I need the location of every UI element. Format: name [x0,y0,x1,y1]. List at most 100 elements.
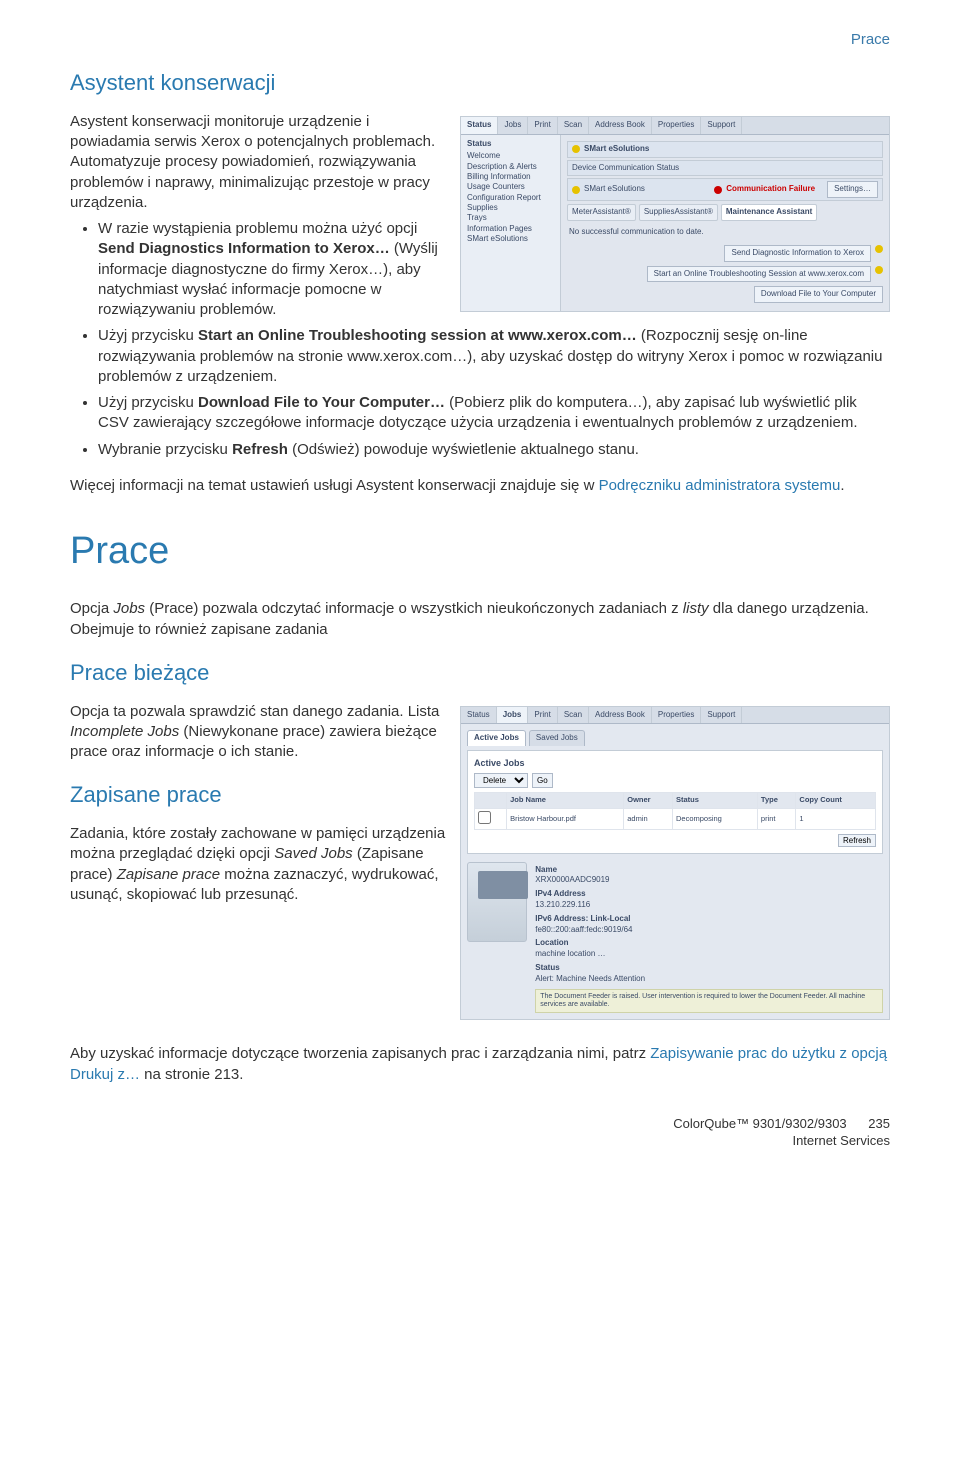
shot1-comm-failure: Communication Failure [726,184,815,195]
more-info-pre: Więcej informacji na temat ustawień usłu… [70,477,599,494]
italic-listy: listy [683,600,709,617]
meta-ip4-value: 13.210.229.116 [535,900,883,911]
page-footer: ColorQube™ 9301/9302/9303 235 Internet S… [70,1115,890,1150]
meta-ip4-label: IPv4 Address [535,889,883,900]
shot1-tab-addressbook[interactable]: Address Book [589,117,652,134]
shot2-tab-print[interactable]: Print [528,707,557,724]
italic-zapisane: Zapisane prace [117,866,220,883]
shot1-side-item[interactable]: Welcome [467,151,554,161]
shot1-esolutions-row: SMart eSolutions Communication Failure S… [567,178,883,201]
meta-name-value: XRX0000AADC9019 [535,875,883,886]
alert-icon [714,186,722,194]
help-icon[interactable] [875,245,883,253]
table-row[interactable]: Bristow Harbour.pdf admin Decomposing pr… [475,808,876,829]
heading-prace: Prace [70,526,890,577]
cell-status: Decomposing [672,808,757,829]
shot1-subtab-supplies[interactable]: SuppliesAssistant® [639,204,718,221]
shot1-download-file-button[interactable]: Download File to Your Computer [754,286,883,303]
bullet-text: Wybranie przycisku [98,441,232,458]
shot1-comm-status-bar: Device Communication Status [567,160,883,177]
footer-page-number: 235 [868,1115,890,1133]
shot2-tab-support[interactable]: Support [701,707,742,724]
bullet-text: Użyj przycisku [98,394,198,411]
col-owner: Owner [624,793,673,808]
bullet-bold: Start an Online Troubleshooting session … [198,327,637,344]
text: na stronie 213. [140,1066,243,1083]
col-checkbox [475,793,507,808]
shot1-tab-scan[interactable]: Scan [558,117,589,134]
shot2-panel-title: Active Jobs [474,757,876,769]
text: Opcja ta pozwala sprawdzić stan danego z… [70,703,439,720]
shot1-tab-status[interactable]: Status [461,117,498,134]
bullet-bold: Send Diagnostics Information to Xerox… [98,240,390,257]
bullet-download-file: Użyj przycisku Download File to Your Com… [98,393,890,434]
info-icon [572,145,580,153]
italic-saved-jobs: Saved Jobs [274,845,352,862]
meta-status-label: Status [535,963,883,974]
shot1-title-text: SMart eSolutions [584,144,649,155]
shot2-tab-scan[interactable]: Scan [558,707,589,724]
shot2-tab-properties[interactable]: Properties [652,707,701,724]
screenshot-maintenance-assistant: Status Jobs Print Scan Address Book Prop… [460,116,890,312]
footer-model: ColorQube™ 9301/9302/9303 [673,1116,846,1131]
col-type: Type [757,793,795,808]
meta-ip6-value: fe80::200:aaff:fedc:9019/64 [535,925,883,936]
admin-guide-link[interactable]: Podręczniku administratora systemu [599,477,841,494]
shot2-action-select[interactable]: Delete [474,773,528,788]
help-icon[interactable] [875,266,883,274]
meta-name-label: Name [535,865,883,876]
shot1-side-item[interactable]: Usage Counters [467,182,554,192]
shot1-tabbar: Status Jobs Print Scan Address Book Prop… [461,117,889,135]
shot2-tab-addressbook[interactable]: Address Book [589,707,652,724]
cell-owner: admin [624,808,673,829]
italic-jobs: Jobs [113,600,145,617]
shot1-tab-jobs[interactable]: Jobs [498,117,528,134]
row-checkbox[interactable] [478,811,491,824]
shot2-go-button[interactable]: Go [532,773,553,788]
shot2-tabbar: Status Jobs Print Scan Address Book Prop… [461,707,889,725]
bullet-text: (Odśwież) powoduje wyświetlenie aktualne… [288,441,639,458]
shot1-esol-label: SMart eSolutions [584,184,710,195]
shot1-tab-print[interactable]: Print [528,117,557,134]
shot1-sidebar-header: Status [467,139,554,149]
shot1-tab-support[interactable]: Support [701,117,742,134]
shot2-refresh-button[interactable]: Refresh [838,834,876,847]
shot1-subtab-meter[interactable]: MeterAssistant® [567,204,636,221]
more-info-post: . [840,477,844,494]
bullet-online-troubleshoot: Użyj przycisku Start an Online Troublesh… [98,326,890,387]
shot1-side-item[interactable]: Configuration Report [467,193,554,203]
heading-prace-biezace: Prace bieżące [70,658,890,688]
meta-status-value: Alert: Machine Needs Attention [535,974,883,985]
text: (Prace) pozwala odczytać informacje o ws… [145,600,683,617]
cell-copycount: 1 [796,808,876,829]
shot1-side-item[interactable]: Information Pages [467,224,554,234]
shot1-side-item[interactable]: Billing Information [467,172,554,182]
final-paragraph: Aby uzyskać informacje dotyczące tworzen… [70,1044,890,1085]
shot2-tab-jobs[interactable]: Jobs [497,707,529,724]
shot1-settings-button[interactable]: Settings… [827,181,878,198]
shot2-subtab-active[interactable]: Active Jobs [467,730,526,746]
bullet-bold: Refresh [232,441,288,458]
col-status: Status [672,793,757,808]
page-header-label: Prace [70,30,890,50]
bullet-text: Użyj przycisku [98,327,198,344]
shot1-subtab-maintenance[interactable]: Maintenance Assistant [721,204,817,221]
shot1-online-troubleshoot-button[interactable]: Start an Online Troubleshooting Session … [647,266,871,283]
text: Aby uzyskać informacje dotyczące tworzen… [70,1045,650,1062]
more-info-paragraph: Więcej informacji na temat ustawień usłu… [70,476,890,496]
shot1-send-diagnostics-button[interactable]: Send Diagnostic Information to Xerox [724,245,871,262]
footer-service: Internet Services [792,1133,890,1148]
shot1-side-item[interactable]: SMart eSolutions [467,234,554,244]
device-image-icon [467,862,527,942]
italic-incomplete-jobs: Incomplete Jobs [70,723,179,740]
shot2-tab-status[interactable]: Status [461,707,497,724]
shot1-side-item[interactable]: Trays [467,213,554,223]
shot2-subtab-saved[interactable]: Saved Jobs [529,730,585,746]
shot1-side-item[interactable]: Description & Alerts [467,162,554,172]
shot1-side-item[interactable]: Supplies [467,203,554,213]
bullet-text: W razie wystąpienia problemu można użyć … [98,220,417,237]
alert-message: The Document Feeder is raised. User inte… [535,989,883,1014]
shot1-tab-properties[interactable]: Properties [652,117,701,134]
meta-loc-value: machine location … [535,949,883,960]
device-meta: Name XRX0000AADC9019 IPv4 Address 13.210… [535,862,883,1014]
